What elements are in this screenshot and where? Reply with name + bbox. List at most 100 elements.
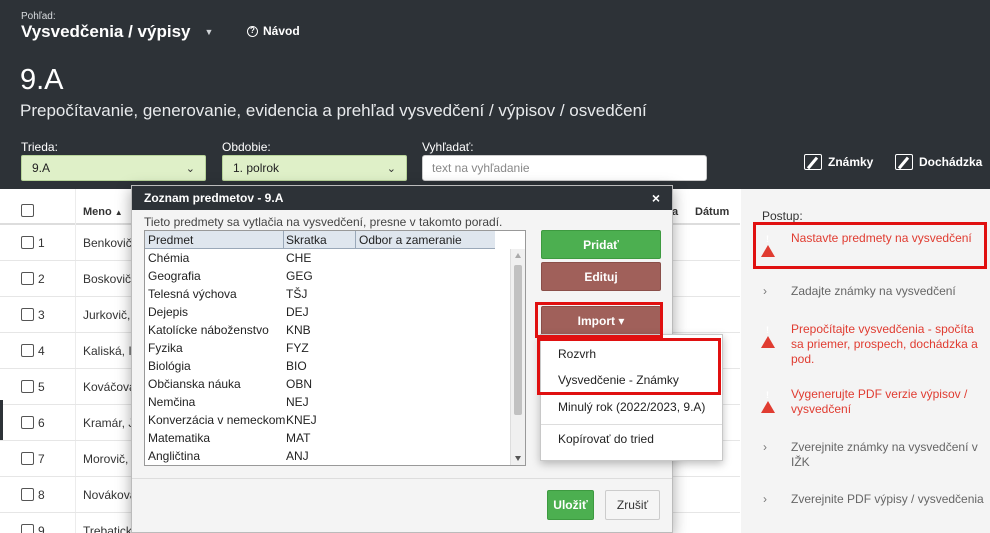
subject-name: Biológia: [148, 359, 191, 373]
subject-row[interactable]: Chémia CHE: [145, 249, 510, 267]
save-button[interactable]: Uložiť: [547, 490, 594, 520]
row-number: 4: [38, 344, 45, 358]
student-name: Kaliská, I: [83, 344, 132, 358]
student-name: Kramár, J: [83, 416, 135, 430]
subject-row[interactable]: Telesná výchova TŠJ: [145, 285, 510, 303]
search-input[interactable]: [422, 155, 707, 181]
subject-row[interactable]: Fyzika FYZ: [145, 339, 510, 357]
znamky-button[interactable]: Známky: [804, 154, 873, 170]
search-label: Vyhľadať:: [422, 140, 474, 154]
chevron-down-icon: ⌄: [185, 162, 195, 175]
student-name: Novákova: [83, 488, 137, 502]
step-item[interactable]: Vygenerujte PDF verzie výpisov / vysvedč…: [761, 387, 986, 417]
znamky-label: Známky: [828, 155, 874, 169]
col-subject: Predmet: [148, 233, 194, 247]
view-selector[interactable]: Vysvedčenia / výpisy ▼: [21, 22, 213, 42]
subject-row[interactable]: Dejepis DEJ: [145, 303, 510, 321]
warning-icon: [761, 231, 775, 257]
step-item[interactable]: Nastavte predmety na vysvedčení: [761, 231, 986, 257]
scroll-thumb[interactable]: [514, 265, 522, 415]
help-link[interactable]: ? Návod: [247, 24, 300, 38]
step-item[interactable]: › Zadajte známky na vysvedčení: [761, 284, 986, 299]
step-text: Zverejnite PDF výpisy / vysvedčenia: [791, 492, 984, 506]
warning-icon: [761, 322, 775, 348]
row-number: 5: [38, 380, 45, 394]
subject-abbr: KNEJ: [286, 413, 317, 427]
subject-name: Nemčina: [148, 395, 196, 409]
subject-abbr: OBN: [286, 377, 313, 391]
chevron-right-icon: ›: [763, 284, 767, 298]
add-button[interactable]: Pridať: [541, 230, 661, 259]
subject-abbr: TŠJ: [286, 287, 308, 301]
chevron-down-icon: ⌄: [386, 162, 396, 175]
import-menu: Rozvrh Vysvedčenie - Známky Minulý rok (…: [540, 334, 723, 461]
row-checkbox[interactable]: [21, 416, 34, 429]
row-checkbox[interactable]: [21, 380, 34, 393]
row-number: 9: [38, 524, 45, 533]
subjects-list[interactable]: Predmet Skratka Odbor a zameranie Chémia…: [144, 230, 526, 466]
subject-name: Fyzika: [148, 341, 183, 355]
col-name-header[interactable]: Meno ▲: [83, 206, 123, 218]
step-item[interactable]: › Zverejnite známky na vysvedčení v IŽK: [761, 440, 986, 470]
dialog-header: Zoznam predmetov - 9.A ×: [132, 186, 672, 210]
dialog-title: Zoznam predmetov - 9.A: [144, 191, 284, 205]
scroll-down-icon[interactable]: [515, 456, 521, 461]
row-number: 2: [38, 272, 45, 286]
subject-row[interactable]: Občianska náuka OBN: [145, 375, 510, 393]
student-name: Jurkovič,: [83, 308, 131, 322]
row-checkbox[interactable]: [21, 236, 34, 249]
subject-row[interactable]: Angličtina ANJ: [145, 447, 510, 465]
view-label: Pohľad:: [21, 11, 56, 22]
edit-button[interactable]: Edituj: [541, 262, 661, 291]
list-scrollbar[interactable]: [510, 249, 525, 465]
import-button[interactable]: Import ▾: [541, 306, 661, 335]
dialog-description: Tieto predmety sa vytlačia na vysvedčení…: [144, 215, 503, 229]
import-menu-item-kopirovat[interactable]: Kopírovať do tried: [541, 428, 722, 450]
step-item[interactable]: Prepočítajte vysvedčenia - spočíta sa pr…: [761, 322, 986, 367]
subject-row[interactable]: Nemčina NEJ: [145, 393, 510, 411]
subject-row[interactable]: Matematika MAT: [145, 429, 510, 447]
subject-name: Telesná výchova: [148, 287, 237, 301]
dochadzka-button[interactable]: Dochádzka: [895, 154, 982, 170]
close-icon[interactable]: ×: [652, 190, 660, 206]
student-name: Benkovič: [83, 236, 132, 250]
column-separator: [355, 231, 356, 249]
edit-icon: [804, 154, 822, 170]
row-checkbox[interactable]: [21, 488, 34, 501]
step-text: Vygenerujte PDF verzie výpisov / vysvedč…: [791, 387, 968, 416]
subjects-list-header: Predmet Skratka Odbor a zameranie: [145, 231, 495, 249]
step-item[interactable]: › Zverejnite PDF výpisy / vysvedčenia: [761, 492, 986, 507]
scroll-up-icon[interactable]: [515, 253, 521, 258]
obdobie-select[interactable]: 1. polrok ⌄: [222, 155, 407, 181]
subject-abbr: GEG: [286, 269, 313, 283]
step-text: Zadajte známky na vysvedčení: [791, 284, 956, 298]
import-menu-item-rozvrh[interactable]: Rozvrh: [541, 343, 722, 365]
subject-abbr: KNB: [286, 323, 311, 337]
row-checkbox[interactable]: [21, 344, 34, 357]
subject-name: Chémia: [148, 251, 190, 265]
col-field: Odbor a zameranie: [359, 233, 462, 247]
import-menu-item-vysvedcenie[interactable]: Vysvedčenie - Známky: [541, 369, 722, 391]
row-number: 8: [38, 488, 45, 502]
edit-icon: [895, 154, 913, 170]
steps-panel: Postup: Nastavte predmety na vysvedčení ›…: [741, 189, 990, 533]
subject-abbr: CHE: [286, 251, 312, 265]
import-menu-item-minuly-rok[interactable]: Minulý rok (2022/2023, 9.A): [541, 396, 722, 418]
subject-row[interactable]: Biológia BIO: [145, 357, 510, 375]
col-abbr: Skratka: [286, 233, 327, 247]
row-checkbox[interactable]: [21, 272, 34, 285]
subject-name: Dejepis: [148, 305, 189, 319]
row-checkbox[interactable]: [21, 452, 34, 465]
subject-row[interactable]: Geografia GEG: [145, 267, 510, 285]
cancel-button[interactable]: Zrušiť: [605, 490, 660, 520]
trieda-select[interactable]: 9.A ⌄: [21, 155, 206, 181]
select-all-checkbox[interactable]: [21, 204, 34, 217]
subject-name: Angličtina: [148, 449, 201, 463]
row-checkbox[interactable]: [21, 524, 34, 533]
subject-abbr: FYZ: [286, 341, 309, 355]
row-checkbox[interactable]: [21, 308, 34, 321]
subject-row[interactable]: Katolícke náboženstvo KNB: [145, 321, 510, 339]
caret-down-icon: ▼: [204, 27, 214, 37]
subject-row[interactable]: Konverzácia v nemeckom KNEJ: [145, 411, 510, 429]
subject-abbr: NEJ: [286, 395, 309, 409]
